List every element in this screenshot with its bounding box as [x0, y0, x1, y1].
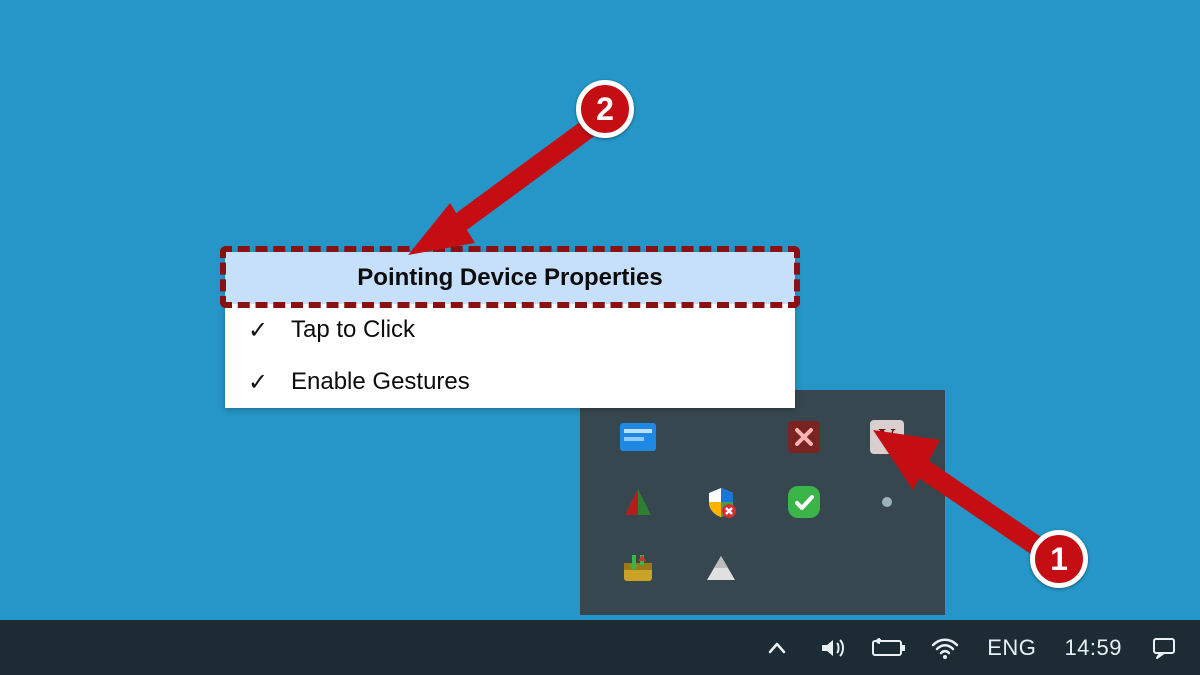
- taskbar: ENG 14:59: [0, 620, 1200, 675]
- clock-text: 14:59: [1064, 635, 1122, 660]
- v-badge-icon[interactable]: V: [867, 417, 907, 457]
- taskbar-language-indicator[interactable]: ENG: [979, 635, 1044, 661]
- tray-empty-slot: [867, 548, 907, 588]
- menu-item-label: Enable Gestures: [291, 368, 777, 396]
- language-text: ENG: [987, 635, 1036, 660]
- triangle-icon[interactable]: [618, 482, 658, 522]
- taskbar-clock[interactable]: 14:59: [1056, 635, 1130, 661]
- action-center-icon[interactable]: [1142, 620, 1186, 675]
- menu-item-pointing-device-properties[interactable]: Pointing Device Properties: [225, 252, 795, 304]
- drive-triangle-icon[interactable]: [701, 548, 741, 588]
- battery-icon[interactable]: [867, 620, 911, 675]
- check-icon: ✓: [243, 316, 273, 345]
- close-red-icon[interactable]: [784, 417, 824, 457]
- tray-empty-slot: [784, 548, 824, 588]
- volume-icon[interactable]: [811, 620, 855, 675]
- wifi-icon[interactable]: [923, 620, 967, 675]
- touchpad-context-menu: Pointing Device Properties ✓ Tap to Clic…: [225, 252, 795, 408]
- menu-item-label: Pointing Device Properties: [243, 264, 777, 292]
- menu-item-label: Tap to Click: [291, 316, 777, 344]
- show-hidden-chevron-icon[interactable]: [755, 620, 799, 675]
- download-box-icon[interactable]: [618, 548, 658, 588]
- app-icon-blue[interactable]: [618, 417, 658, 457]
- svg-text:V: V: [879, 425, 897, 451]
- menu-item-enable-gestures[interactable]: ✓ Enable Gestures: [225, 356, 795, 408]
- check-green-icon[interactable]: [784, 482, 824, 522]
- tray-empty-slot: [701, 417, 741, 457]
- check-icon: ✓: [243, 368, 273, 397]
- security-shield-icon[interactable]: [701, 482, 741, 522]
- wifi-dot-icon[interactable]: [867, 482, 907, 522]
- tray-hidden-icons-flyout: V: [580, 390, 945, 615]
- menu-item-tap-to-click[interactable]: ✓ Tap to Click: [225, 304, 795, 356]
